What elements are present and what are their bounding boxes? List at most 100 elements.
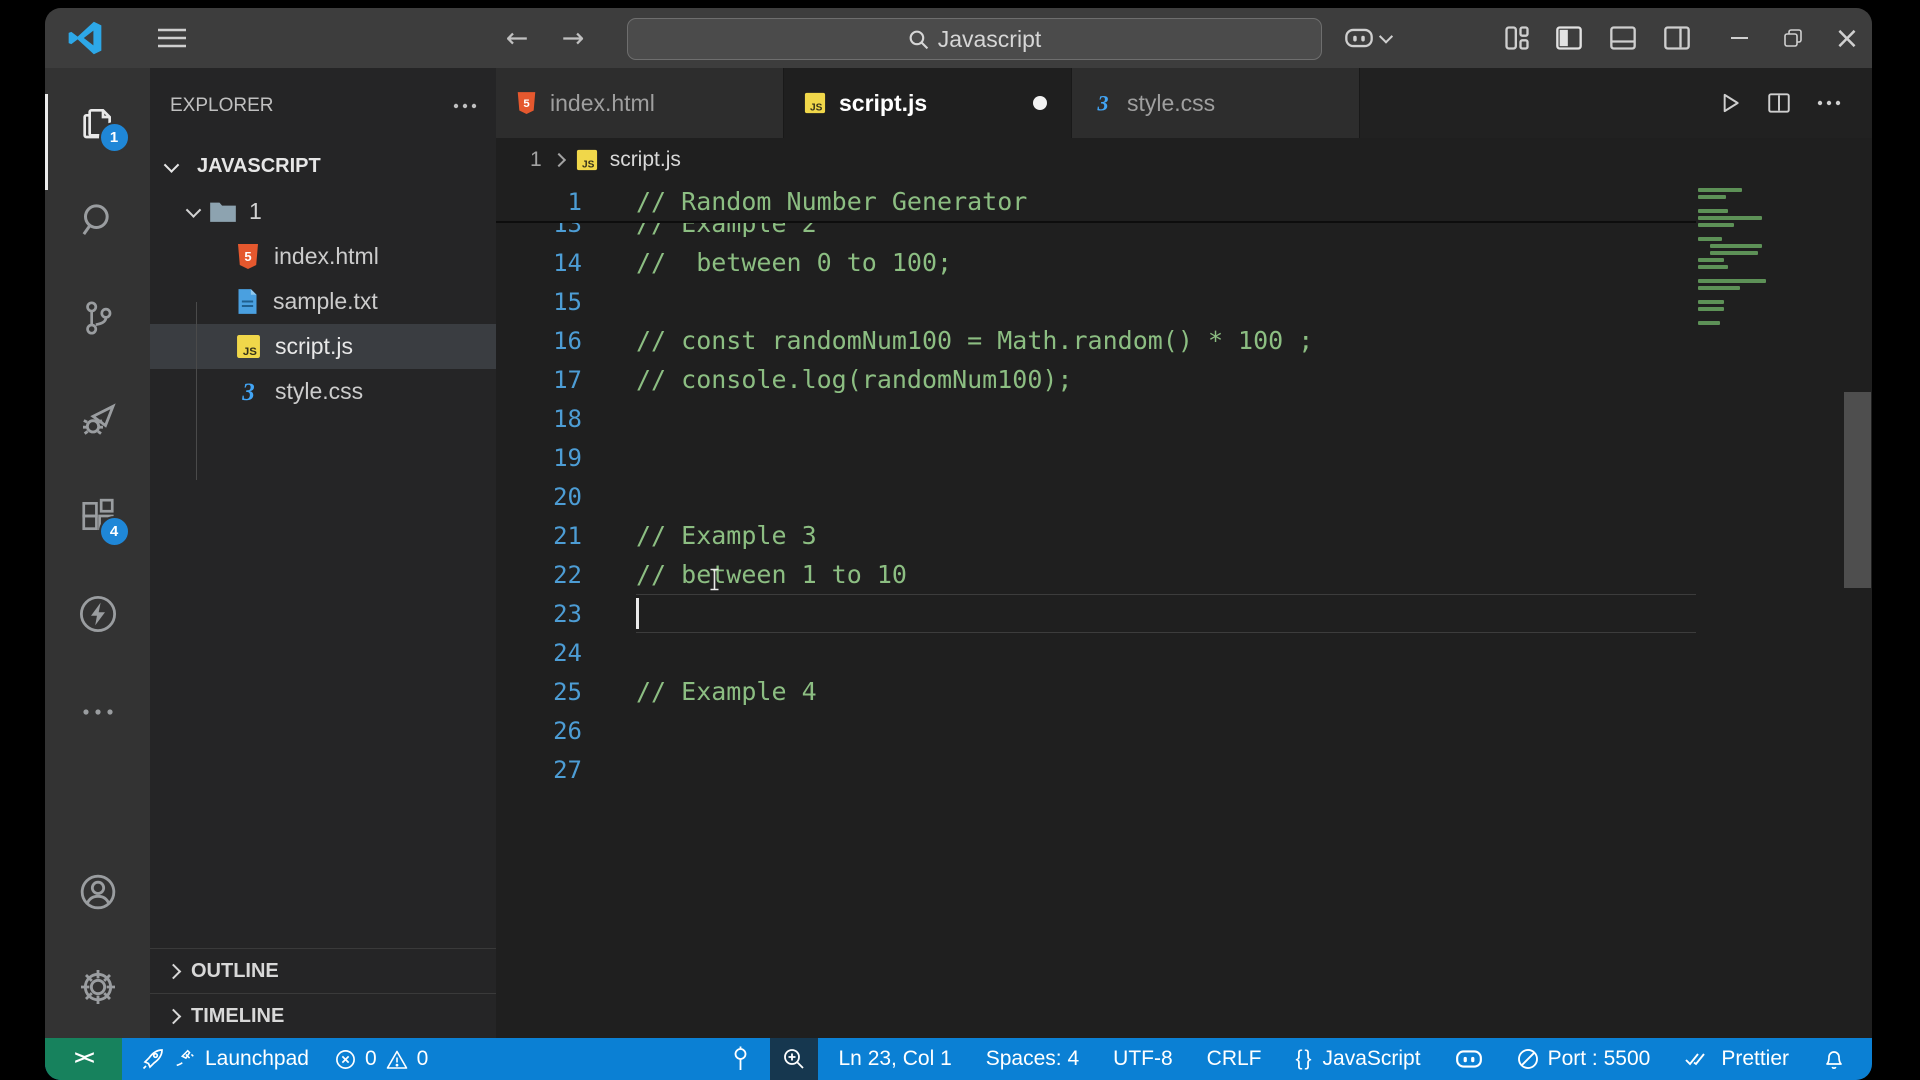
- minimize-button[interactable]: [1717, 8, 1761, 68]
- nav-back-button[interactable]: ←: [497, 8, 537, 68]
- problems-item[interactable]: 0 0: [322, 1038, 441, 1080]
- tab-script-js[interactable]: JS script.js: [784, 68, 1072, 138]
- tab-strip: 5 index.html JS script.js 3 style.css: [496, 68, 1872, 138]
- eol-item[interactable]: CRLF: [1194, 1038, 1275, 1080]
- code-line[interactable]: 20: [496, 477, 1872, 516]
- live-server-port-item[interactable]: Port : 5500: [1504, 1038, 1664, 1080]
- code-line[interactable]: 27: [496, 750, 1872, 789]
- copilot-status-icon[interactable]: [1442, 1038, 1496, 1080]
- css-file-icon: 3: [1092, 91, 1114, 115]
- notifications-bell-icon[interactable]: [1810, 1038, 1858, 1080]
- remote-indicator[interactable]: ><: [45, 1038, 122, 1080]
- folder-icon: [209, 200, 237, 224]
- indentation-item[interactable]: Spaces: 4: [973, 1038, 1092, 1080]
- search-view-icon[interactable]: [74, 196, 122, 244]
- svg-text:5: 5: [244, 249, 251, 264]
- warnings-count: 0: [416, 1047, 429, 1070]
- editor-scrollbar[interactable]: [1843, 182, 1872, 1038]
- language-item[interactable]: {} JavaScript: [1283, 1038, 1434, 1080]
- code-line[interactable]: 16 // const randomNum100 = Math.random() …: [496, 321, 1872, 360]
- workspace-label: JAVASCRIPT: [197, 155, 321, 177]
- line-number: 20: [553, 482, 582, 511]
- thunder-client-icon[interactable]: [74, 590, 122, 638]
- code-line[interactable]: 24: [496, 633, 1872, 672]
- settings-gear-icon[interactable]: [74, 963, 122, 1011]
- extensions-icon[interactable]: 4: [74, 492, 130, 547]
- chevron-down-icon: [163, 157, 180, 173]
- tab-style-css[interactable]: 3 style.css: [1072, 68, 1360, 138]
- activity-bar: 1 4: [45, 68, 150, 1038]
- svg-text:5: 5: [523, 98, 529, 110]
- copilot-button[interactable]: [1337, 8, 1397, 68]
- code-line[interactable]: 14 // between 0 to 100;: [496, 243, 1872, 282]
- tab-label: script.js: [839, 89, 928, 116]
- file-row-index-html[interactable]: 5 index.html: [150, 234, 496, 279]
- file-name: script.js: [275, 333, 353, 359]
- code-line[interactable]: 15: [496, 282, 1872, 321]
- close-button[interactable]: ×: [1825, 8, 1869, 68]
- workspace-row[interactable]: JAVASCRIPT: [150, 144, 496, 189]
- breadcrumb-folder[interactable]: 1: [530, 148, 542, 172]
- code-line[interactable]: 22 // between 1 to 10: [496, 555, 1872, 594]
- folder-label: 1: [249, 198, 262, 224]
- line-text: // const randomNum100 = Math.random() * …: [636, 326, 1314, 355]
- code-line-current[interactable]: 23: [496, 594, 1872, 633]
- code-line[interactable]: 25 // Example 4: [496, 672, 1872, 711]
- line-number: 27: [553, 755, 582, 784]
- cursor-position-item[interactable]: Ln 23, Col 1: [826, 1038, 965, 1080]
- rocket-icon: [141, 1047, 165, 1071]
- prettier-item[interactable]: Prettier: [1671, 1038, 1802, 1080]
- customize-layout-button[interactable]: [1495, 8, 1539, 68]
- explorer-more-actions-icon[interactable]: [452, 102, 478, 110]
- search-icon: [908, 29, 929, 50]
- css-file-icon: 3: [236, 378, 261, 405]
- line-number: 24: [553, 638, 582, 667]
- svg-text:JS: JS: [810, 102, 823, 113]
- more-views-icon[interactable]: [74, 688, 122, 736]
- minimap[interactable]: [1698, 188, 1792, 328]
- line-number: 17: [553, 365, 582, 394]
- code-line[interactable]: 17 // console.log(randomNum100);: [496, 360, 1872, 399]
- mouse-ibeam-cursor: [708, 568, 721, 591]
- file-row-style-css[interactable]: 3 style.css: [150, 369, 496, 414]
- breadcrumb-file[interactable]: script.js: [610, 148, 681, 172]
- file-row-script-js[interactable]: JS script.js: [150, 324, 496, 369]
- source-control-icon[interactable]: [74, 294, 122, 342]
- file-row-sample-txt[interactable]: sample.txt: [150, 279, 496, 324]
- toggle-secondary-sidebar-button[interactable]: [1655, 8, 1699, 68]
- editor-more-actions-icon[interactable]: [1816, 99, 1842, 107]
- code-line[interactable]: 26: [496, 711, 1872, 750]
- launchpad-item[interactable]: Launchpad: [128, 1038, 322, 1080]
- double-check-icon: [1684, 1050, 1712, 1068]
- scrollbar-thumb[interactable]: [1844, 392, 1871, 588]
- screen: ← → Javascript × 1 4 EXPLORER JAVASCRIPT…: [0, 0, 1920, 1080]
- folder-row[interactable]: 1: [150, 189, 496, 234]
- chevron-down-icon: [1378, 29, 1393, 44]
- code-line[interactable]: 19: [496, 438, 1872, 477]
- account-icon[interactable]: [74, 868, 122, 916]
- run-debug-icon[interactable]: [74, 394, 122, 442]
- zoom-in-chip[interactable]: [769, 1038, 818, 1080]
- nav-forward-button[interactable]: →: [553, 8, 593, 68]
- breadcrumb[interactable]: 1 JS script.js: [496, 138, 1872, 182]
- explorer-icon[interactable]: 1: [74, 98, 130, 153]
- code-editor[interactable]: 13// Example 2 14// between 0 to 100; 15…: [496, 182, 1872, 1038]
- timeline-label: TIMELINE: [191, 1004, 285, 1027]
- screencast-icon[interactable]: [719, 1038, 762, 1080]
- code-line[interactable]: 18: [496, 399, 1872, 438]
- tab-index-html[interactable]: 5 index.html: [496, 68, 784, 138]
- run-button[interactable]: [1716, 90, 1742, 116]
- code-line[interactable]: 21 // Example 3: [496, 516, 1872, 555]
- timeline-section[interactable]: TIMELINE: [150, 993, 496, 1038]
- modified-dot-icon[interactable]: [1033, 96, 1047, 110]
- command-center-search[interactable]: Javascript: [627, 18, 1322, 60]
- split-editor-button[interactable]: [1766, 90, 1792, 116]
- toggle-sidebar-button[interactable]: [1547, 8, 1591, 68]
- restore-button[interactable]: [1771, 8, 1815, 68]
- encoding-item[interactable]: UTF-8: [1100, 1038, 1186, 1080]
- line-number: 1: [567, 187, 582, 216]
- sticky-scroll-line[interactable]: 1 // Random Number Generator: [496, 182, 1696, 223]
- toggle-panel-button[interactable]: [1601, 8, 1645, 68]
- outline-section[interactable]: OUTLINE: [150, 948, 496, 993]
- menu-hamburger-icon[interactable]: [147, 8, 197, 68]
